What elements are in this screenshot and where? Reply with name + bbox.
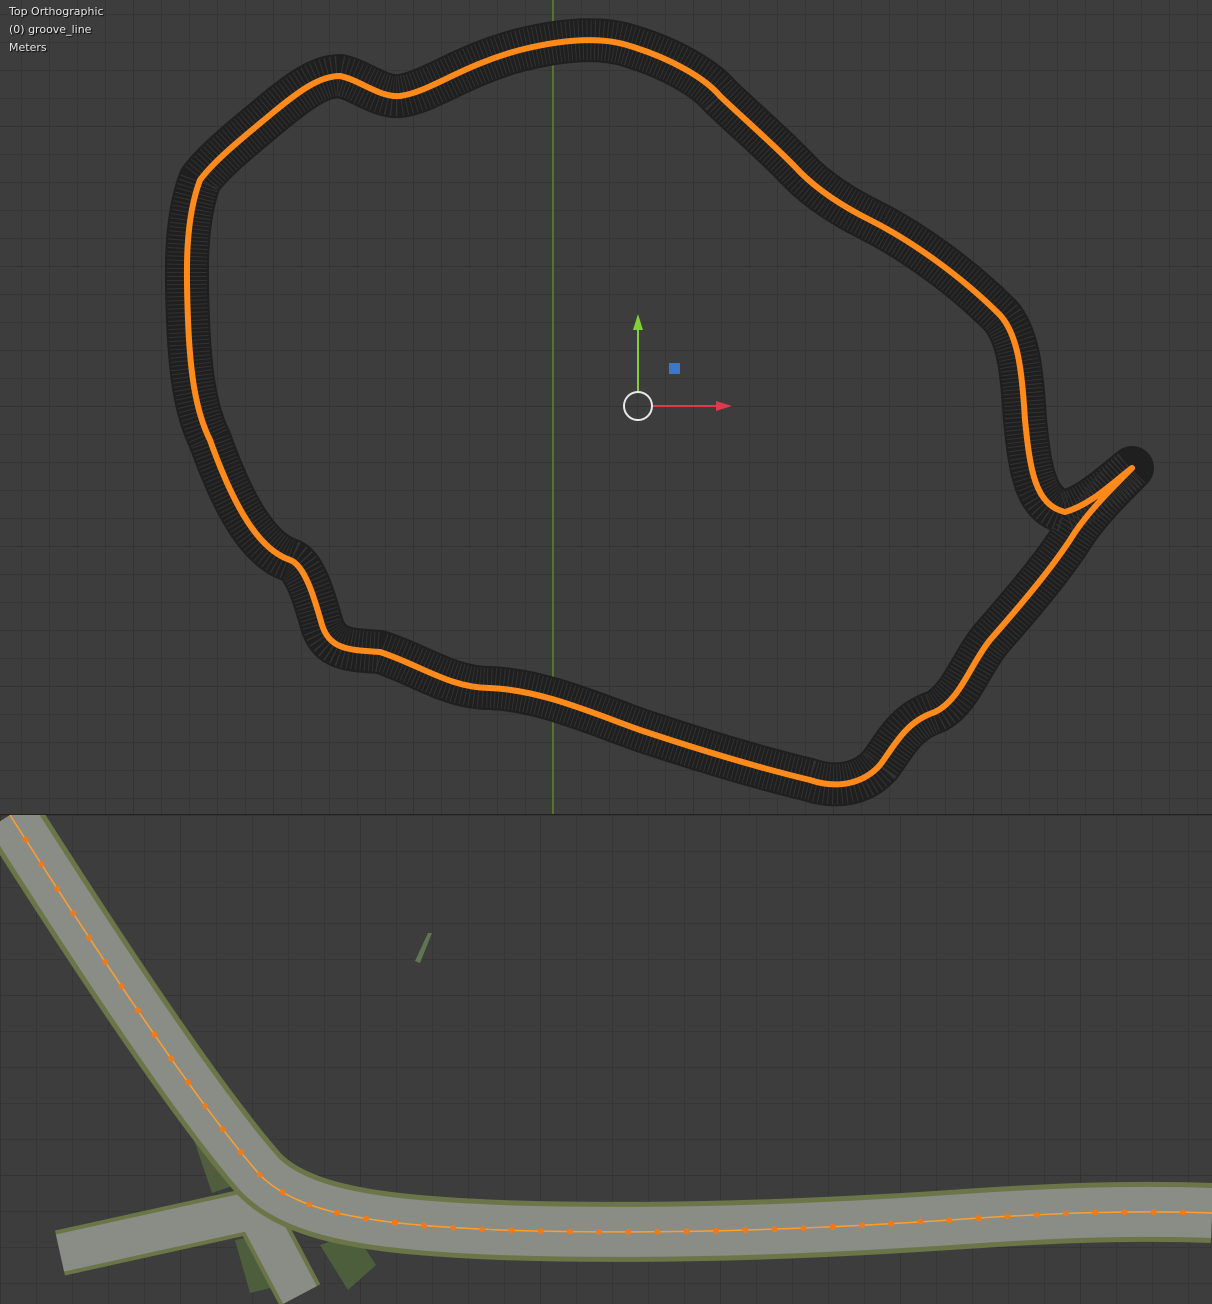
- curve-point[interactable]: [118, 983, 125, 990]
- curve-point[interactable]: [1063, 1210, 1069, 1217]
- track-mesh[interactable]: [164, 18, 1154, 807]
- curve-point[interactable]: [917, 1218, 924, 1225]
- scene-bottom-svg: [0, 815, 1212, 1304]
- curve-point[interactable]: [168, 1055, 175, 1062]
- curve-point[interactable]: [151, 1031, 158, 1038]
- viewport-info: Top Orthographic (0) groove_line Meters: [9, 3, 104, 57]
- curve-point[interactable]: [566, 1228, 573, 1235]
- curve-point[interactable]: [22, 836, 29, 843]
- curve-point[interactable]: [1150, 1208, 1157, 1215]
- object-label: (0) groove_line: [9, 23, 92, 36]
- transform-gizmo[interactable]: [623, 314, 732, 421]
- curve-point[interactable]: [712, 1227, 719, 1234]
- curve-point[interactable]: [238, 1149, 244, 1156]
- 3d-cursor-icon[interactable]: [623, 391, 653, 421]
- curve-point[interactable]: [134, 1007, 141, 1014]
- curve-point[interactable]: [596, 1228, 603, 1235]
- small-object: [415, 933, 432, 963]
- curve-point[interactable]: [1004, 1213, 1011, 1220]
- viewport-top[interactable]: Top Orthographic (0) groove_line Meters: [0, 0, 1212, 815]
- view-name-label: Top Orthographic: [9, 5, 104, 18]
- curve-point[interactable]: [771, 1226, 778, 1233]
- curve-point[interactable]: [102, 959, 109, 966]
- curve-point[interactable]: [858, 1222, 865, 1229]
- curve-point[interactable]: [70, 910, 77, 917]
- z-axis-square-icon[interactable]: [669, 363, 680, 374]
- curve-point[interactable]: [946, 1217, 953, 1223]
- curve-point[interactable]: [38, 861, 45, 868]
- curve-point[interactable]: [654, 1228, 661, 1235]
- x-axis-arrow-icon[interactable]: [716, 401, 732, 411]
- curve-point[interactable]: [219, 1126, 226, 1133]
- curve-point[interactable]: [202, 1103, 209, 1109]
- curve-point[interactable]: [1092, 1209, 1099, 1216]
- scene-top-svg: [164, 0, 1154, 815]
- curve-point[interactable]: [54, 885, 61, 892]
- curve-point[interactable]: [86, 934, 93, 941]
- curve-point[interactable]: [888, 1220, 894, 1227]
- curve-point[interactable]: [363, 1215, 369, 1222]
- curve-point[interactable]: [421, 1222, 427, 1229]
- curve-point[interactable]: [450, 1224, 457, 1231]
- curve-point[interactable]: [742, 1227, 749, 1234]
- curve-point[interactable]: [683, 1228, 690, 1235]
- curve-point[interactable]: [829, 1223, 836, 1230]
- curve-point[interactable]: [334, 1209, 341, 1216]
- curve-point[interactable]: [800, 1225, 807, 1231]
- curve-point[interactable]: [508, 1227, 515, 1234]
- y-axis-arrow-icon[interactable]: [633, 314, 643, 330]
- viewport-bottom[interactable]: [0, 815, 1212, 1304]
- curve-point[interactable]: [479, 1226, 486, 1233]
- curve-point[interactable]: [279, 1189, 286, 1196]
- curve-point[interactable]: [537, 1228, 544, 1235]
- curve-point[interactable]: [391, 1219, 398, 1226]
- curve-point[interactable]: [1033, 1211, 1040, 1218]
- curve-point[interactable]: [625, 1229, 632, 1235]
- groove-line-curve-detail[interactable]: [9, 815, 1212, 1233]
- main-road-edge: [0, 815, 1212, 1262]
- main-road: [0, 815, 1212, 1257]
- curve-points: [22, 836, 1186, 1235]
- units-label: Meters: [9, 41, 47, 54]
- curve-point[interactable]: [306, 1201, 313, 1208]
- curve-point[interactable]: [256, 1171, 263, 1178]
- curve-point[interactable]: [185, 1079, 192, 1086]
- curve-point[interactable]: [1179, 1209, 1186, 1216]
- curve-point[interactable]: [975, 1215, 982, 1222]
- curve-point[interactable]: [1121, 1209, 1128, 1215]
